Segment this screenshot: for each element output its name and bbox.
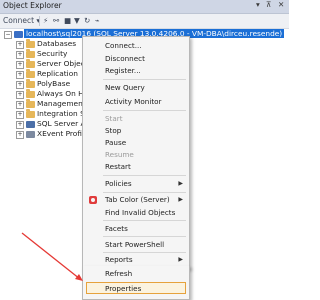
annotation-arrow (21, 232, 83, 281)
